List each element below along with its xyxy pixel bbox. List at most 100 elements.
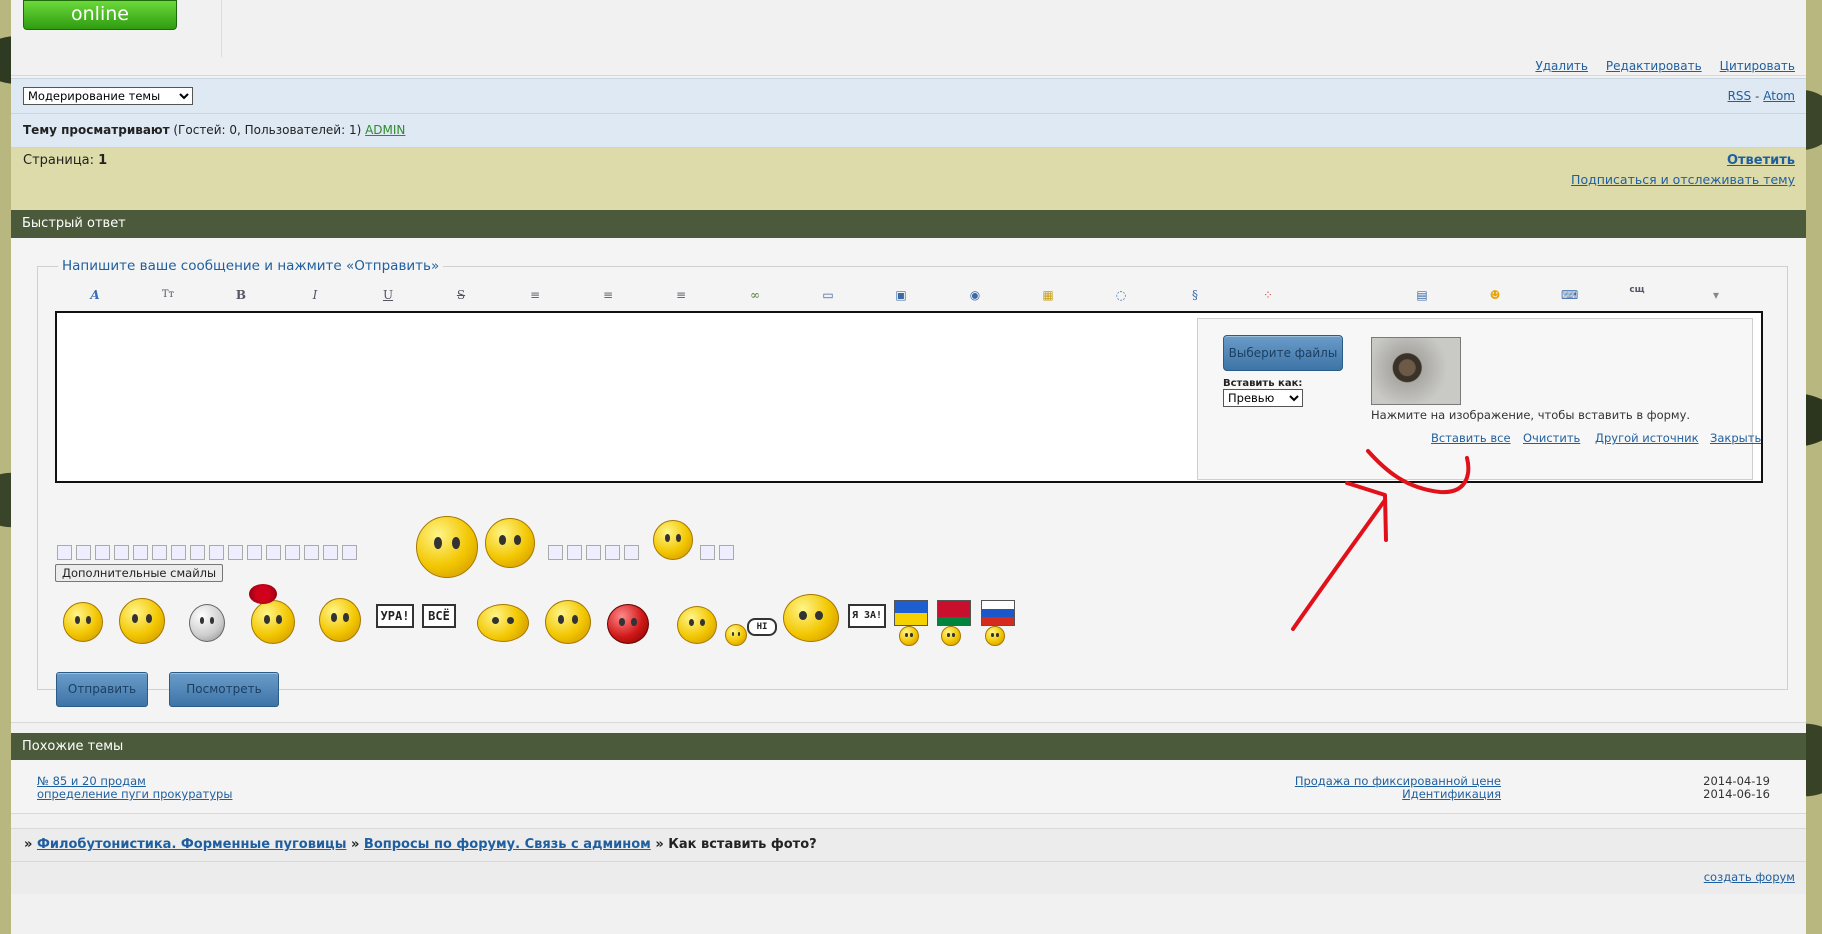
smiley-broken-icon[interactable]: [700, 545, 715, 560]
smiley-broken-icon[interactable]: [209, 545, 224, 560]
suspicious-smiley-icon[interactable]: [677, 606, 717, 644]
hi-smiley-icon[interactable]: [725, 624, 747, 646]
thumbs-up-smiley-icon[interactable]: [119, 598, 165, 644]
smiley-broken-icon[interactable]: [171, 545, 186, 560]
moderation-select[interactable]: Модерирование темы: [23, 87, 193, 105]
clear-link[interactable]: Очистить: [1523, 431, 1580, 445]
color-palette-icon[interactable]: ⁘: [1260, 287, 1276, 303]
script-icon[interactable]: §: [1187, 287, 1203, 303]
image-icon[interactable]: ▣: [893, 287, 909, 303]
laughing-tongue-smiley-icon[interactable]: [477, 604, 529, 642]
smiley-broken-icon[interactable]: [548, 545, 563, 560]
reading-smiley-icon[interactable]: [485, 518, 535, 568]
breadcrumb-section-link[interactable]: Вопросы по форуму. Связь с админом: [364, 837, 651, 852]
create-forum-link[interactable]: создать форум: [1704, 870, 1795, 884]
preview-button[interactable]: Посмотреть: [169, 672, 279, 707]
ukraine-flag-icon[interactable]: [894, 600, 928, 626]
more-arrow-icon[interactable]: ▾: [1708, 287, 1724, 303]
delete-link[interactable]: Удалить: [1535, 59, 1588, 73]
sign-ya-za-icon[interactable]: Я ЗА!: [848, 604, 886, 628]
flag-smiley-icon: [941, 626, 961, 646]
alien-smiley-icon[interactable]: [189, 604, 225, 642]
quote-link[interactable]: Цитировать: [1720, 59, 1795, 73]
subscribe-link[interactable]: Подписаться и отслеживать тему: [1571, 172, 1795, 187]
text-size-icon[interactable]: Tт: [160, 287, 176, 303]
feed-links: RSS - Atom: [1728, 88, 1795, 103]
more-smilies-button[interactable]: Дополнительные смайлы: [55, 564, 224, 582]
similar-forum-link[interactable]: Идентификация: [1402, 787, 1501, 801]
rolling-smiley-icon[interactable]: [545, 600, 591, 644]
sign-hi-icon[interactable]: HI: [747, 618, 777, 636]
speech-bubble-icon[interactable]: ◌: [1113, 287, 1129, 303]
rss-link[interactable]: RSS: [1728, 89, 1752, 103]
link-icon[interactable]: ∞: [747, 287, 763, 303]
reply-link[interactable]: Ответить: [1727, 153, 1795, 168]
shocked-smiley-icon[interactable]: [319, 598, 361, 642]
choose-files-button[interactable]: Выберите файлы: [1223, 335, 1343, 371]
strike-icon[interactable]: S: [453, 287, 469, 303]
align-left-icon[interactable]: ≡: [527, 287, 543, 303]
smiley-broken-icon[interactable]: [228, 545, 243, 560]
atom-link[interactable]: Atom: [1763, 89, 1795, 103]
similar-topic-link[interactable]: № 85 и 20 продам: [37, 774, 146, 788]
keyboard-icon[interactable]: ⌨: [1561, 287, 1578, 303]
uploaded-image-thumbnail[interactable]: [1371, 337, 1461, 405]
viewer-user-link[interactable]: ADMIN: [365, 123, 405, 137]
translit-icon[interactable]: сщ: [1629, 282, 1645, 298]
smiley-broken-icon[interactable]: [304, 545, 319, 560]
align-center-icon[interactable]: ≡: [600, 287, 616, 303]
smiley-broken-icon[interactable]: [285, 545, 300, 560]
smiley-broken-icon[interactable]: [152, 545, 167, 560]
reply-legend: Напишите ваше сообщение и нажмите «Отпра…: [58, 258, 444, 274]
smiley-broken-icon[interactable]: [624, 545, 639, 560]
book-icon[interactable]: ▭: [820, 287, 836, 303]
post-actions: Удалить Редактировать Цитировать: [1535, 58, 1795, 73]
align-right-icon[interactable]: ≡: [673, 287, 689, 303]
smiley-broken-icon[interactable]: [133, 545, 148, 560]
insert-as-select[interactable]: Превью: [1223, 389, 1303, 407]
underline-icon[interactable]: U: [380, 287, 396, 303]
thumbs-up-smiley-icon[interactable]: [416, 516, 478, 578]
smiley-broken-icon[interactable]: [342, 545, 357, 560]
sign-vse-icon[interactable]: ВСЁ: [422, 604, 456, 628]
submit-button[interactable]: Отправить: [56, 672, 148, 707]
smiley-broken-icon[interactable]: [586, 545, 601, 560]
page-label: Страница:: [23, 153, 95, 168]
belarus-flag-icon[interactable]: [937, 600, 971, 626]
similar-topic-link[interactable]: определение пуги прокуратуры: [37, 787, 232, 801]
angry-smiley-icon[interactable]: [607, 604, 649, 644]
smiley-broken-icon[interactable]: [323, 545, 338, 560]
smiley-broken-icon[interactable]: [719, 545, 734, 560]
lock-icon[interactable]: ▦: [1040, 287, 1056, 303]
smiley-broken-icon[interactable]: [567, 545, 582, 560]
italic-icon[interactable]: I: [307, 287, 323, 303]
smiley-broken-icon[interactable]: [605, 545, 620, 560]
breadcrumb-forum-link[interactable]: Филобутонистика. Форменные пуговицы: [37, 837, 347, 852]
suspicious-smiley-icon[interactable]: [653, 520, 693, 560]
other-source-link[interactable]: Другой источник: [1595, 431, 1699, 445]
similar-forum-link[interactable]: Продажа по фиксированной цене: [1295, 774, 1501, 788]
bold-icon[interactable]: B: [233, 287, 249, 303]
smiley-broken-icon[interactable]: [190, 545, 205, 560]
table-icon[interactable]: ▤: [1414, 287, 1430, 303]
russia-flag-icon[interactable]: [981, 600, 1015, 626]
smiley-broken-icon[interactable]: [266, 545, 281, 560]
insert-all-link[interactable]: Вставить все: [1431, 431, 1511, 445]
viewers-label: Тему просматривают: [23, 123, 170, 137]
smiley-broken-icon[interactable]: [76, 545, 91, 560]
message-textarea[interactable]: Выберите файлы Вставить как: Превью Нажм…: [55, 311, 1763, 483]
edit-link[interactable]: Редактировать: [1606, 59, 1702, 73]
grin-smiley-icon[interactable]: [63, 602, 103, 642]
sign-ura-icon[interactable]: УРА!: [376, 604, 414, 628]
smiley-broken-icon[interactable]: [247, 545, 262, 560]
video-icon[interactable]: ◉: [967, 287, 983, 303]
close-link[interactable]: Закрыть: [1710, 431, 1761, 445]
magnifier-smiley-icon[interactable]: [783, 594, 839, 642]
smiley-broken-icon[interactable]: [114, 545, 129, 560]
smiley-broken-icon[interactable]: [57, 545, 72, 560]
font-icon[interactable]: A: [87, 287, 103, 303]
footer-bar: создать форум: [11, 861, 1806, 894]
smiley-icon[interactable]: ☻: [1487, 287, 1503, 303]
flowers-smiley-icon[interactable]: [251, 600, 295, 644]
smiley-broken-icon[interactable]: [95, 545, 110, 560]
